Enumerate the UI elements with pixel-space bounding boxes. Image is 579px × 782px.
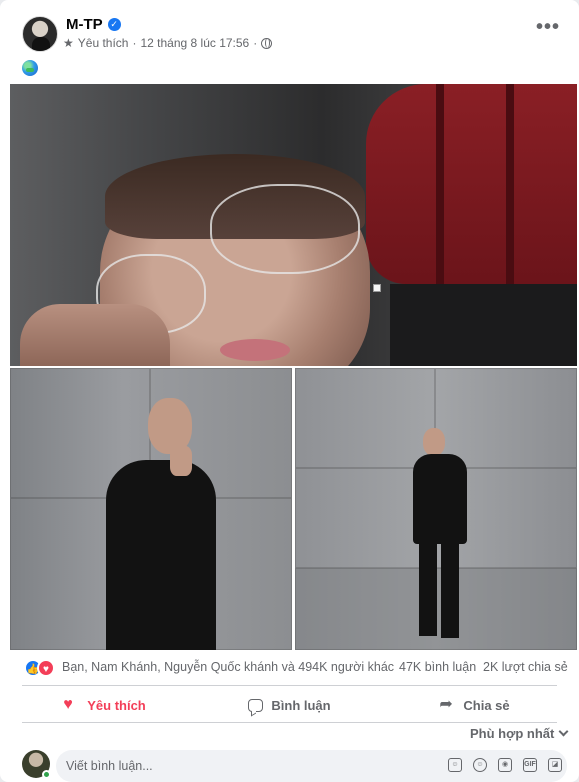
like-button[interactable]: ♥ Yêu thích (12, 688, 197, 722)
share-label: Chia sẻ (463, 697, 510, 713)
globe-icon[interactable] (261, 37, 273, 49)
comment-input-tools: ☺ ☺ ◉ GIF ◪ (448, 758, 562, 772)
car-seat (366, 84, 577, 284)
reaction-stats: 👍 ♥ Bạn, Nam Khánh, Nguyễn Quốc khánh và… (0, 650, 579, 684)
seat-base (390, 284, 577, 366)
post-timestamp[interactable]: 12 tháng 8 lúc 17:56 (140, 36, 249, 50)
reaction-summary[interactable]: Bạn, Nam Khánh, Nguyễn Quốc khánh và 494… (62, 660, 394, 674)
post-photo-1[interactable] (10, 84, 577, 366)
more-options-button[interactable]: ••• (532, 17, 564, 44)
sort-label: Phù hợp nhất (470, 726, 555, 741)
like-label: Yêu thích (87, 697, 146, 713)
author-row: M-TP ✓ (66, 16, 121, 33)
camera-icon[interactable]: ◉ (498, 758, 512, 772)
lips (220, 339, 290, 361)
love-reaction-icon: ♥ (37, 659, 55, 677)
wall-tile (435, 368, 577, 468)
post-photo-2[interactable] (10, 368, 292, 650)
shares-count[interactable]: 2K lượt chia sẻ (483, 660, 568, 674)
share-button[interactable]: ➦ Chia sẻ (382, 688, 567, 722)
post-header: M-TP ✓ ★ Yêu thích · 12 tháng 8 lúc 17:5… (0, 0, 579, 82)
post-meta: ★ Yêu thích · 12 tháng 8 lúc 17:56 · (63, 36, 273, 50)
post-card: M-TP ✓ ★ Yêu thích · 12 tháng 8 lúc 17:5… (0, 0, 579, 782)
chevron-down-icon (558, 726, 569, 737)
comment-input-placeholder: Viết bình luận... (66, 759, 153, 773)
person-hand (170, 446, 192, 476)
meta-separator-2: · (253, 36, 258, 50)
hand (20, 304, 170, 366)
person-body (413, 454, 467, 544)
avatar-sticker-icon[interactable]: ☺ (448, 758, 462, 772)
comment-composer: Viết bình luận... ☺ ☺ ◉ GIF ◪ (22, 750, 567, 782)
comment-sort-dropdown[interactable]: Phù hợp nhất (470, 726, 569, 741)
person-leg-right (441, 538, 459, 638)
person-head (423, 428, 445, 456)
post-photo-3[interactable] (295, 368, 577, 650)
meta-separator: · (132, 36, 137, 50)
gif-icon[interactable]: GIF (523, 758, 537, 772)
verified-badge-icon: ✓ (107, 18, 121, 31)
comment-input[interactable]: Viết bình luận... ☺ ☺ ◉ GIF ◪ (56, 750, 567, 782)
person-body (106, 460, 216, 650)
comment-label: Bình luận (271, 697, 331, 713)
glasses-lens-right (210, 184, 360, 274)
reaction-icons[interactable]: 👍 ♥ (24, 659, 58, 677)
sticker-icon[interactable]: ◪ (548, 758, 562, 772)
online-status-indicator (42, 770, 51, 779)
relationship-label: Yêu thích (77, 36, 129, 50)
post-actions: ♥ Yêu thích Bình luận ➦ Chia sẻ (12, 688, 567, 722)
emoji-icon[interactable]: ☺ (473, 758, 487, 772)
earring (373, 284, 381, 292)
wall-tile (295, 368, 435, 468)
earth-emoji-icon (22, 60, 38, 76)
divider (22, 722, 557, 723)
comment-icon (248, 698, 264, 712)
heart-icon: ♥ (63, 696, 73, 713)
star-icon: ★ (63, 36, 74, 50)
comment-button[interactable]: Bình luận (197, 688, 382, 722)
divider (22, 685, 557, 686)
author-name[interactable]: M-TP (66, 16, 103, 33)
author-avatar[interactable] (22, 16, 58, 52)
share-icon: ➦ (439, 696, 453, 713)
comments-count[interactable]: 47K bình luận (399, 660, 476, 674)
person-leg-left (419, 538, 437, 636)
